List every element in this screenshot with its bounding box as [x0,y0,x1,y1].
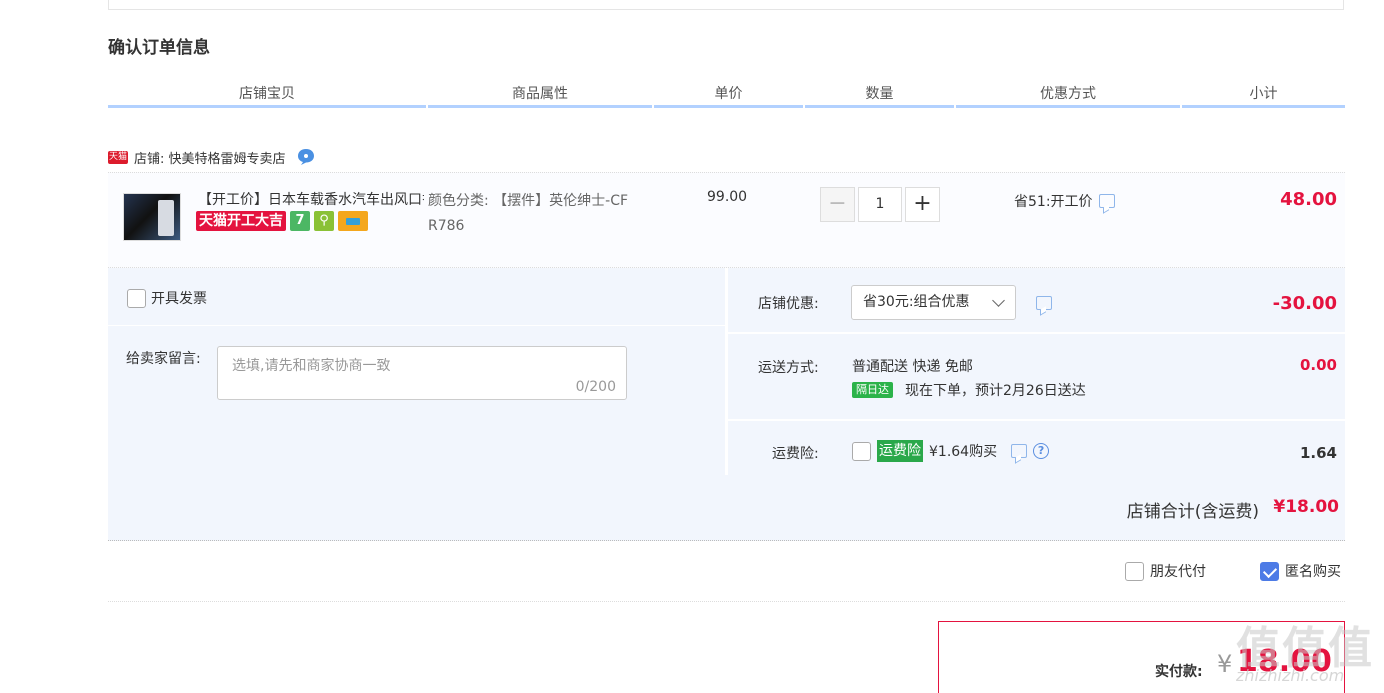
seven-day-return-icon[interactable]: 7 [290,211,310,231]
invoice-option[interactable]: 开具发票 [127,288,207,308]
promo-info-icon[interactable] [1098,194,1115,208]
insurance-price: ¥1.64购买 [929,444,998,460]
message-char-count: 0/200 [575,379,616,395]
column-headers: 店铺宝贝 商品属性 单价 数量 优惠方式 小计 [108,84,1345,108]
guarantee-icon[interactable]: ⚲ [314,211,334,231]
friend-pay-label: 朋友代付 [1150,564,1206,580]
attr-line: 颜色分类: 【摆件】英伦绅士-CF [428,193,629,209]
shop-discount-selected: 省30元:组合优惠 [863,294,970,310]
shop-discount-label: 店铺优惠: [758,296,819,312]
discount-info-icon[interactable] [1036,296,1052,310]
friend-pay-option[interactable]: 朋友代付 [1125,561,1206,581]
shop-discount-select[interactable]: 省30元:组合优惠 [851,285,1016,320]
chevron-down-icon [992,294,1005,307]
quantity-input[interactable]: 1 [858,187,902,222]
invoice-label: 开具发票 [151,291,207,307]
credit-card-icon[interactable] [338,211,368,231]
payment-label: 实付款: [1155,664,1203,680]
increase-quantity-button[interactable]: + [905,187,940,222]
shop-total-amount: ¥18.00 [1273,497,1339,517]
shipping-method: 普通配送 快递 免邮 [852,359,973,375]
payment-currency: ¥ [1217,650,1233,678]
header-promo: 优惠方式 [956,84,1180,108]
header-subtotal: 小计 [1182,84,1345,108]
divider [108,325,725,326]
shop-total-label: 店铺合计(含运费) [1126,502,1259,522]
divider [728,419,1345,421]
insurance-amount: 1.64 [1299,444,1337,462]
header-attr: 商品属性 [428,84,652,108]
insurance-option: 运费险 ¥1.64购买 ? [852,440,1050,462]
watermark-url: zhizhizhi.com [1236,666,1345,685]
insurance-badge: 运费险 [877,440,923,462]
shipping-amount: 0.00 [1299,356,1337,374]
divider [728,332,1345,334]
product-title-link[interactable]: 【开工价】日本车载香水汽车出风口香薰 [198,189,424,209]
shop-discount-amount: -30.00 [1272,293,1337,314]
shipping-eta-text: 现在下单，预计2月26日送达 [905,383,1086,399]
wangwang-chat-icon[interactable] [296,147,316,167]
anonymous-label: 匿名购买 [1285,564,1341,580]
insurance-checkbox[interactable] [852,441,871,461]
tmall-logo-icon: 天猫 [108,150,128,164]
message-placeholder: 选填,请先和商家协商一致 [232,358,391,374]
shipping-eta: 隔日达 现在下单，预计2月26日送达 [852,380,1086,400]
friend-pay-checkbox[interactable] [1125,561,1144,581]
header-unit-price: 单价 [654,84,803,108]
shipping-label: 运送方式: [758,360,819,376]
attr-line: R786 [428,218,465,234]
next-day-badge: 隔日达 [852,382,893,398]
header-quantity: 数量 [805,84,954,108]
decrease-quantity-button[interactable]: − [820,187,855,222]
product-thumbnail[interactable] [123,193,181,241]
shop-name-link[interactable]: 店铺: 快美特格雷姆专卖店 [134,148,286,167]
seller-message-input[interactable]: 选填,请先和商家协商一致 0/200 [217,346,627,400]
unit-price: 99.00 [707,189,748,205]
kaigong-promo-badge: 天猫开工大吉 [196,211,286,231]
message-label: 给卖家留言: [126,351,201,367]
page-title: 确认订单信息 [108,38,210,58]
item-subtotal: 48.00 [1280,189,1337,210]
shop-row: 天猫 店铺: 快美特格雷姆专卖店 [108,145,316,169]
insurance-info-icon[interactable] [1011,444,1028,458]
promo-text: 省51:开工价 [1014,194,1093,210]
product-badges: 天猫开工大吉 7 ⚲ [196,211,368,231]
divider [108,601,1345,602]
shop-options-panel: 店铺优惠: 省30元:组合优惠 -30.00 运送方式: 普通配送 快递 免邮 … [728,268,1345,475]
header-item: 店铺宝贝 [108,84,426,108]
product-attributes: 颜色分类: 【摆件】英伦绅士-CF R786 [428,189,668,239]
invoice-checkbox[interactable] [127,288,146,308]
order-item-row: 【开工价】日本车载香水汽车出风口香薰 天猫开工大吉 7 ⚲ 颜色分类: 【摆件】… [108,172,1345,268]
item-promo: 省51:开工价 [1014,191,1115,211]
anonymous-option[interactable]: 匿名购买 [1260,561,1341,581]
shop-total-row: 店铺合计(含运费) ¥18.00 [108,475,1345,541]
insurance-label: 运费险: [772,446,819,462]
top-box-remnant [108,0,1344,10]
invoice-message-panel: 开具发票 给卖家留言: 选填,请先和商家协商一致 0/200 [108,268,725,475]
anonymous-checkbox[interactable] [1260,561,1279,581]
quantity-stepper: − 1 + [820,187,940,222]
help-icon[interactable]: ? [1033,443,1050,459]
